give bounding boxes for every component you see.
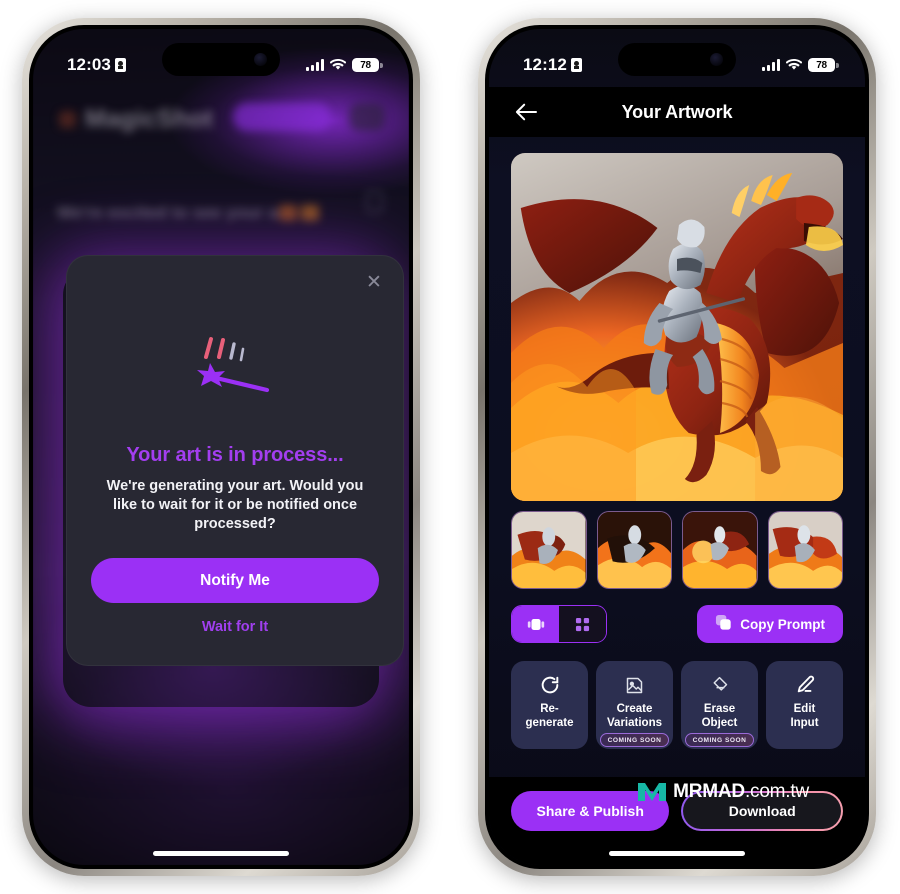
phone-right: Your Artwork Copy Prompt Re- generate Cr…: [478, 18, 876, 876]
page-title: Your Artwork: [621, 101, 733, 122]
background-icon-square: [366, 191, 383, 213]
copy-icon: [715, 614, 732, 634]
eraser-icon: [709, 672, 730, 698]
home-indicator[interactable]: [153, 851, 289, 856]
coming-soon-badge: COMING SOON: [684, 733, 755, 748]
nav-bar: Your Artwork: [489, 87, 865, 137]
regenerate-button[interactable]: Re- generate: [511, 661, 588, 749]
notify-me-button[interactable]: Notify Me: [91, 558, 379, 604]
watermark: MRMAD.com.tw: [637, 781, 809, 803]
edit-input-button[interactable]: Edit Input: [766, 661, 843, 749]
thumbnail-item[interactable]: [767, 511, 843, 589]
phone-screen-right: Your Artwork Copy Prompt Re- generate Cr…: [489, 29, 865, 865]
watermark-text: MRMAD.com.tw: [673, 781, 809, 802]
wait-for-it-button[interactable]: Wait for It: [91, 619, 379, 635]
status-indicators-right: 78: [762, 58, 839, 72]
refresh-icon: [539, 672, 561, 698]
home-indicator[interactable]: [609, 851, 745, 856]
coming-soon-badge: COMING SOON: [599, 733, 670, 748]
phone-bezel-right: Your Artwork Copy Prompt Re- generate Cr…: [485, 25, 869, 869]
background-emoji-2: [301, 205, 319, 221]
background-emoji-1: [279, 205, 297, 221]
artwork-content: Copy Prompt Re- generate Create Variatio…: [489, 137, 865, 865]
battery-indicator: 78: [808, 58, 839, 72]
thumbnail-item[interactable]: [682, 511, 758, 589]
screenshot-stage: MagicShot We're excited to see your art …: [0, 0, 900, 894]
status-time-group: 12:03: [67, 55, 126, 75]
erase-object-label: Erase Object: [701, 703, 738, 729]
close-icon[interactable]: ✕: [363, 272, 385, 294]
mrmad-logo-icon: [637, 781, 667, 803]
battery-level: 78: [360, 59, 371, 71]
phone-bezel-left: MagicShot We're excited to see your art …: [29, 25, 413, 869]
status-time-group: 12:12: [523, 55, 582, 75]
app-logo-blurred: [59, 111, 76, 128]
hero-image-wrap: [489, 137, 865, 501]
hero-artwork-image[interactable]: [511, 153, 843, 501]
wifi-icon: [786, 59, 802, 71]
modal-body-text: We're generating your art. Would you lik…: [106, 478, 364, 533]
artwork-screen: Your Artwork Copy Prompt Re- generate Cr…: [489, 29, 865, 865]
back-arrow-icon[interactable]: [511, 97, 541, 127]
copy-prompt-button[interactable]: Copy Prompt: [697, 605, 843, 643]
background-secondary-pill: [349, 103, 385, 131]
single-image-icon[interactable]: [512, 606, 559, 642]
erase-object-button[interactable]: Erase Object COMING SOON: [681, 661, 758, 749]
battery-indicator: 78: [352, 58, 383, 72]
wifi-icon: [330, 59, 346, 71]
phone-left: MagicShot We're excited to see your art …: [22, 18, 420, 876]
magic-wand-icon: [189, 334, 281, 406]
dynamic-island: [618, 43, 736, 76]
thumbnail-strip: [489, 501, 865, 589]
modal-title: Your art is in process...: [126, 444, 344, 466]
lock-icon: [114, 58, 126, 72]
battery-level: 78: [816, 59, 827, 71]
background-subtitle-blurred: We're excited to see your art: [57, 203, 291, 222]
app-title-blurred: MagicShot: [85, 105, 214, 133]
action-cards: Re- generate Create Variations COMING SO…: [489, 643, 865, 749]
image-variations-icon: [624, 672, 645, 698]
create-variations-button[interactable]: Create Variations COMING SOON: [596, 661, 673, 749]
view-toolbar: Copy Prompt: [489, 589, 865, 643]
status-time: 12:12: [523, 55, 567, 74]
lock-icon: [570, 58, 582, 72]
background-primary-pill: [233, 103, 331, 131]
status-time: 12:03: [67, 55, 111, 74]
phone-screen-left: MagicShot We're excited to see your art …: [33, 29, 409, 865]
pencil-edit-icon: [794, 672, 816, 698]
status-indicators-left: 78: [306, 58, 383, 72]
view-mode-toggle[interactable]: [511, 605, 607, 643]
edit-input-label: Edit Input: [790, 703, 819, 729]
signal-bars-icon: [762, 59, 780, 71]
create-variations-label: Create Variations: [607, 703, 662, 729]
thumbnail-item[interactable]: [511, 511, 587, 589]
signal-bars-icon: [306, 59, 324, 71]
dynamic-island: [162, 43, 280, 76]
regenerate-label: Re- generate: [525, 703, 574, 729]
grid-view-icon[interactable]: [559, 606, 606, 642]
processing-modal: ✕ Your art is in process... We're genera…: [66, 255, 404, 667]
thumbnail-item[interactable]: [596, 511, 672, 589]
copy-prompt-label: Copy Prompt: [740, 616, 825, 632]
